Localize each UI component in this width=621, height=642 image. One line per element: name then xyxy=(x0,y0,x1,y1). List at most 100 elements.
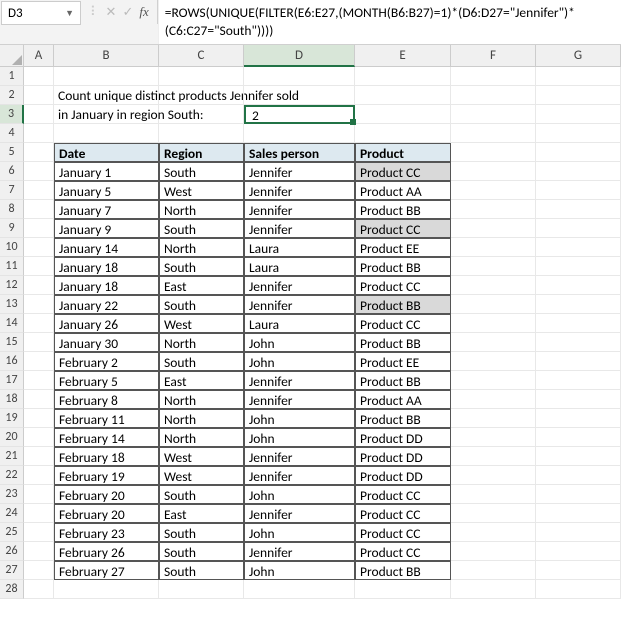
cell-F9[interactable] xyxy=(451,219,536,238)
row-header-16[interactable]: 16 xyxy=(0,352,24,371)
cell-G15[interactable] xyxy=(536,333,621,352)
row-header-18[interactable]: 18 xyxy=(0,390,24,409)
cell-G8[interactable] xyxy=(536,200,621,219)
row-header-24[interactable]: 24 xyxy=(0,504,24,523)
cell-G5[interactable] xyxy=(536,143,621,162)
cell-G7[interactable] xyxy=(536,181,621,200)
cell-A26[interactable] xyxy=(24,542,54,561)
cell-A20[interactable] xyxy=(24,428,54,447)
cell-A8[interactable] xyxy=(24,200,54,219)
cell-F13[interactable] xyxy=(451,295,536,314)
cell-G25[interactable] xyxy=(536,523,621,542)
row-header-8[interactable]: 8 xyxy=(0,200,24,219)
row-header-25[interactable]: 25 xyxy=(0,523,24,542)
cell-G18[interactable] xyxy=(536,390,621,409)
col-header-E[interactable]: E xyxy=(355,45,451,67)
row-header-4[interactable]: 4 xyxy=(0,124,24,143)
cell-E2[interactable] xyxy=(355,86,451,105)
cell-A1[interactable] xyxy=(24,67,54,86)
col-header-A[interactable]: A xyxy=(24,45,54,67)
cell-A22[interactable] xyxy=(24,466,54,485)
cell-B1[interactable] xyxy=(54,67,159,86)
row-header-12[interactable]: 12 xyxy=(0,276,24,295)
name-box-dropdown-icon[interactable]: ▼ xyxy=(65,8,74,19)
cell-F21[interactable] xyxy=(451,447,536,466)
cell-F4[interactable] xyxy=(451,124,536,143)
row-header-27[interactable]: 27 xyxy=(0,561,24,580)
cell-E4[interactable] xyxy=(355,124,451,143)
cell-F23[interactable] xyxy=(451,485,536,504)
row-header-6[interactable]: 6 xyxy=(0,162,24,181)
cell-F18[interactable] xyxy=(451,390,536,409)
cell-F20[interactable] xyxy=(451,428,536,447)
cell-F24[interactable] xyxy=(451,504,536,523)
cell-A11[interactable] xyxy=(24,257,54,276)
row-header-26[interactable]: 26 xyxy=(0,542,24,561)
row-header-13[interactable]: 13 xyxy=(0,295,24,314)
name-box[interactable]: D3 ▼ xyxy=(1,1,81,25)
fx-icon[interactable]: fx xyxy=(139,4,148,20)
cell-F16[interactable] xyxy=(451,352,536,371)
cell-G17[interactable] xyxy=(536,371,621,390)
cell-D28[interactable] xyxy=(244,580,355,599)
row-header-2[interactable]: 2 xyxy=(0,86,24,105)
cell-F27[interactable] xyxy=(451,561,536,580)
row-header-14[interactable]: 14 xyxy=(0,314,24,333)
accept-icon[interactable]: ✓ xyxy=(122,5,133,20)
col-header-B[interactable]: B xyxy=(54,45,159,67)
cell-F8[interactable] xyxy=(451,200,536,219)
cell-G4[interactable] xyxy=(536,124,621,143)
result-cell[interactable]: 2 xyxy=(244,105,355,124)
row-header-20[interactable]: 20 xyxy=(0,428,24,447)
cell-A24[interactable] xyxy=(24,504,54,523)
cell-G23[interactable] xyxy=(536,485,621,504)
row-header-21[interactable]: 21 xyxy=(0,447,24,466)
row-header-9[interactable]: 9 xyxy=(0,219,24,238)
cell-C4[interactable] xyxy=(159,124,244,143)
cell-F1[interactable] xyxy=(451,67,536,86)
cell-G2[interactable] xyxy=(536,86,621,105)
row-header-7[interactable]: 7 xyxy=(0,181,24,200)
cell-E28[interactable] xyxy=(355,580,451,599)
cell-G27[interactable] xyxy=(536,561,621,580)
cell-A12[interactable] xyxy=(24,276,54,295)
cell-F26[interactable] xyxy=(451,542,536,561)
cell-F10[interactable] xyxy=(451,238,536,257)
cell-F12[interactable] xyxy=(451,276,536,295)
cell-A19[interactable] xyxy=(24,409,54,428)
row-header-15[interactable]: 15 xyxy=(0,333,24,352)
cell-D1[interactable] xyxy=(244,67,355,86)
cell-F11[interactable] xyxy=(451,257,536,276)
cell-E3[interactable] xyxy=(355,105,451,124)
cell-A17[interactable] xyxy=(24,371,54,390)
cell-F6[interactable] xyxy=(451,162,536,181)
cell-E1[interactable] xyxy=(355,67,451,86)
cell-G26[interactable] xyxy=(536,542,621,561)
col-header-F[interactable]: F xyxy=(451,45,536,67)
cell-F19[interactable] xyxy=(451,409,536,428)
cancel-icon[interactable]: ✕ xyxy=(106,5,117,20)
cell-G24[interactable] xyxy=(536,504,621,523)
cell-A5[interactable] xyxy=(24,143,54,162)
col-header-C[interactable]: C xyxy=(159,45,244,67)
row-header-3[interactable]: 3 xyxy=(0,105,24,124)
cell-G28[interactable] xyxy=(536,580,621,599)
row-header-1[interactable]: 1 xyxy=(0,67,24,86)
cell-G20[interactable] xyxy=(536,428,621,447)
cell-F7[interactable] xyxy=(451,181,536,200)
cell-F15[interactable] xyxy=(451,333,536,352)
cell-A27[interactable] xyxy=(24,561,54,580)
cell-A25[interactable] xyxy=(24,523,54,542)
cell-F28[interactable] xyxy=(451,580,536,599)
cell-A2[interactable] xyxy=(24,86,54,105)
cell-A10[interactable] xyxy=(24,238,54,257)
cell-A23[interactable] xyxy=(24,485,54,504)
cell-D4[interactable] xyxy=(244,124,355,143)
cells-area[interactable]: Count unique distinct products Jennifer … xyxy=(24,67,621,599)
cell-A14[interactable] xyxy=(24,314,54,333)
cell-A15[interactable] xyxy=(24,333,54,352)
row-header-28[interactable]: 28 xyxy=(0,580,24,599)
cell-F2[interactable] xyxy=(451,86,536,105)
row-header-5[interactable]: 5 xyxy=(0,143,24,162)
cell-G12[interactable] xyxy=(536,276,621,295)
